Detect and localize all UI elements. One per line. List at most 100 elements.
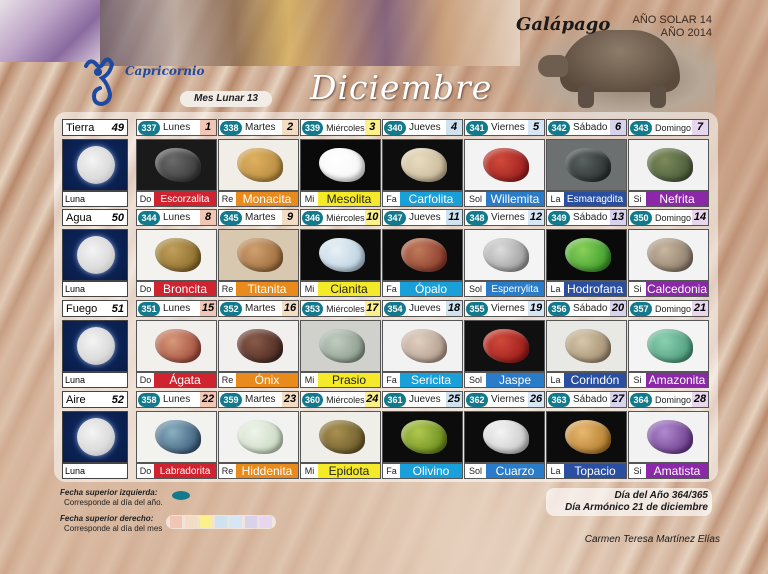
day-header[interactable]: 348 Viernes 12 (464, 209, 545, 226)
dia-armonico: Día Armónico 21 de diciembre (564, 502, 708, 513)
mineral-name-row[interactable]: La Esmaragdita (546, 191, 627, 207)
mineral-name-row[interactable]: Mi Cianita (300, 281, 381, 297)
day-header[interactable]: 361 Jueves 25 (382, 391, 463, 408)
mineral-name-row[interactable]: Do Broncita (136, 281, 217, 297)
day-abbr: Si (633, 466, 642, 476)
day-header[interactable]: 342 Sábado 6 (546, 119, 627, 136)
mineral-name-row[interactable]: Fa Olivino (382, 463, 463, 479)
color-swatch (245, 516, 257, 528)
day-header[interactable]: 362 Viernes 26 (464, 391, 545, 408)
mineral-photo (136, 229, 217, 281)
mineral-name-row[interactable]: Re Titanita (218, 281, 299, 297)
day-of-month: 16 (282, 301, 298, 316)
day-of-month: 19 (528, 301, 544, 316)
mineral-name-row[interactable]: Sol Cuarzo (464, 463, 545, 479)
day-header[interactable]: 353 Miércoles 17 (300, 300, 381, 317)
day-header[interactable]: 358 Lunes 22 (136, 391, 217, 408)
weekday-name: Domingo (655, 303, 692, 314)
day-of-year-badge: 360 (302, 392, 324, 407)
mineral-name-row[interactable]: Sol Esperrylita (464, 281, 545, 297)
mineral-name-row[interactable]: Si Amatista (628, 463, 709, 479)
day-header[interactable]: 343 Domingo 7 (628, 119, 709, 136)
mes-lunar-label: Mes Lunar 13 (180, 91, 272, 107)
day-header[interactable]: 360 Miércoles 24 (300, 391, 381, 408)
day-header[interactable]: 340 Jueves 4 (382, 119, 463, 136)
day-header[interactable]: 352 Martes 16 (218, 300, 299, 317)
week-element-label: Tierra 49 (62, 119, 128, 136)
mineral-name: Ágata (154, 373, 216, 387)
mineral-name-row[interactable]: Fa Carfolita (382, 191, 463, 207)
day-header[interactable]: 349 Sábado 13 (546, 209, 627, 226)
mineral-name-row[interactable]: Do Ágata (136, 372, 217, 388)
day-header[interactable]: 339 Miércoles 3 (300, 119, 381, 136)
day-header[interactable]: 345 Martes 9 (218, 209, 299, 226)
weekday-name: Jueves (409, 394, 441, 405)
mineral-specimen-icon (565, 148, 611, 182)
day-header[interactable]: 364 Domingo 28 (628, 391, 709, 408)
day-header[interactable]: 338 Martes 2 (218, 119, 299, 136)
day-of-month: 4 (446, 120, 462, 135)
mineral-name-row[interactable]: Re Ónix (218, 372, 299, 388)
weekday-name: Viernes (491, 394, 525, 405)
day-header[interactable]: 347 Jueves 11 (382, 209, 463, 226)
day-of-year-badge: 357 (630, 301, 652, 316)
day-header[interactable]: 354 Jueves 18 (382, 300, 463, 317)
day-header[interactable]: 355 Viernes 19 (464, 300, 545, 317)
day-header[interactable]: 351 Lunes 15 (136, 300, 217, 317)
mineral-name-row[interactable]: Mi Epidota (300, 463, 381, 479)
mineral-name-row[interactable]: Mi Mesolita (300, 191, 381, 207)
day-header[interactable]: 346 Miércoles 10 (300, 209, 381, 226)
mineral-name-row[interactable]: La Hodrofana (546, 281, 627, 297)
mineral-photo (136, 411, 217, 463)
mineral-name-row[interactable]: Si Nefrita (628, 191, 709, 207)
day-of-month: 13 (610, 210, 626, 225)
day-abbr: Sol (468, 375, 482, 385)
day-abbr: La (550, 194, 561, 204)
day-of-year-badge: 363 (548, 392, 570, 407)
tortoise-leg-back (650, 86, 666, 108)
day-abbr: Re (221, 466, 234, 476)
week-number: 49 (111, 121, 124, 134)
mineral-photo (382, 411, 463, 463)
day-header[interactable]: 359 Martes 23 (218, 391, 299, 408)
mineral-name: Hiddenita (236, 464, 298, 478)
mineral-name-row[interactable]: Re Hiddenita (218, 463, 299, 479)
legend-top-left: Fecha superior izquierda: Corresponde al… (60, 488, 190, 508)
day-abbr: Fa (386, 375, 397, 385)
mineral-name-row[interactable]: Do Labradorita (136, 463, 217, 479)
mineral-name: Monacita (236, 192, 298, 206)
mineral-name-row[interactable]: Sol Jaspe (464, 372, 545, 388)
mineral-name-row[interactable]: La Corindón (546, 372, 627, 388)
mineral-name-row[interactable]: Do Escorzalita (136, 191, 217, 207)
legend-top-right-title: Fecha superior derecho: (60, 514, 154, 523)
day-header[interactable]: 357 Domingo 21 (628, 300, 709, 317)
mineral-name-row[interactable]: Si Amazonita (628, 372, 709, 388)
mineral-name-row[interactable]: Fa Ópalo (382, 281, 463, 297)
mineral-name-row[interactable]: Re Monacita (218, 191, 299, 207)
mineral-specimen-icon (155, 329, 201, 363)
day-of-year-badge: 350 (630, 210, 652, 225)
day-of-year-badge: 340 (384, 120, 406, 135)
mineral-photo (464, 320, 545, 372)
mineral-specimen-icon (401, 148, 447, 182)
weekday-name: Miércoles (326, 122, 365, 133)
day-of-year-badge: 345 (220, 210, 242, 225)
day-header[interactable]: 341 Viernes 5 (464, 119, 545, 136)
day-header[interactable]: 356 Sábado 20 (546, 300, 627, 317)
element-name: Tierra (66, 121, 95, 134)
mineral-name-row[interactable]: La Topacio (546, 463, 627, 479)
mineral-name-row[interactable]: Sol Willemita (464, 191, 545, 207)
mineral-name-row[interactable]: Fa Sericita (382, 372, 463, 388)
day-header[interactable]: 337 Lunes 1 (136, 119, 217, 136)
day-header[interactable]: 350 Domingo 14 (628, 209, 709, 226)
mineral-specimen-icon (237, 329, 283, 363)
day-header[interactable]: 344 Lunes 8 (136, 209, 217, 226)
mineral-name-row[interactable]: Si Calcedonia (628, 281, 709, 297)
day-abbr: Mi (304, 466, 315, 476)
week-number: 50 (111, 211, 124, 224)
mineral-photo (218, 320, 299, 372)
mineral-specimen-icon (483, 329, 529, 363)
day-header[interactable]: 363 Sábado 27 (546, 391, 627, 408)
day-of-year-badge: 341 (466, 120, 488, 135)
mineral-name-row[interactable]: Mi Prasio (300, 372, 381, 388)
